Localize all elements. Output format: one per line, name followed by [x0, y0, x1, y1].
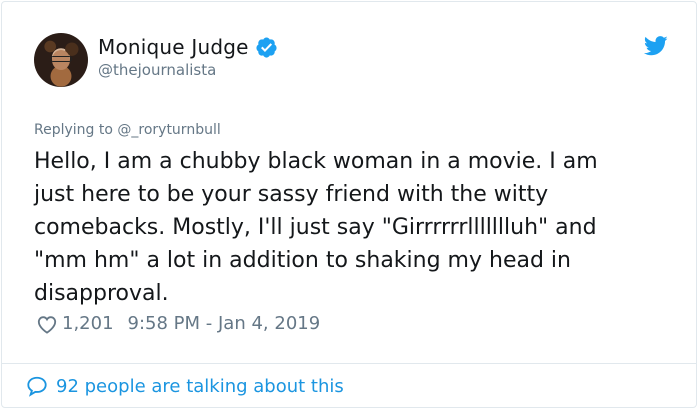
verified-badge-icon	[256, 36, 277, 58]
conversation-link[interactable]: 92 people are talking about this	[26, 375, 344, 397]
like-count[interactable]: 1,201	[62, 313, 114, 334]
reply-prefix: Replying to	[34, 122, 113, 138]
author-handle[interactable]: @thejournalista	[98, 61, 216, 79]
author-row[interactable]: Monique Judge	[98, 35, 278, 59]
divider	[2, 363, 696, 364]
reply-context: Replying to @_roryturnbull	[34, 122, 221, 138]
twitter-bird-icon[interactable]	[644, 36, 668, 56]
avatar[interactable]	[34, 33, 88, 87]
reply-mention-link[interactable]: @_roryturnbull	[117, 122, 220, 138]
timestamp[interactable]: 9:58 PM - Jan 4, 2019	[128, 313, 321, 334]
conversation-text[interactable]: 92 people are talking about this	[56, 376, 344, 397]
avatar-glasses	[50, 56, 72, 62]
tweet-card[interactable]: Monique Judge @thejournalista Replying t…	[1, 1, 697, 408]
tweet-text: Hello, I am a chubby black woman in a mo…	[34, 149, 598, 306]
heart-icon[interactable]	[36, 314, 58, 334]
chat-bubble-icon	[27, 376, 47, 397]
author-name[interactable]: Monique Judge	[98, 35, 249, 59]
tweet-meta: 1,201 9:58 PM - Jan 4, 2019	[36, 313, 320, 334]
